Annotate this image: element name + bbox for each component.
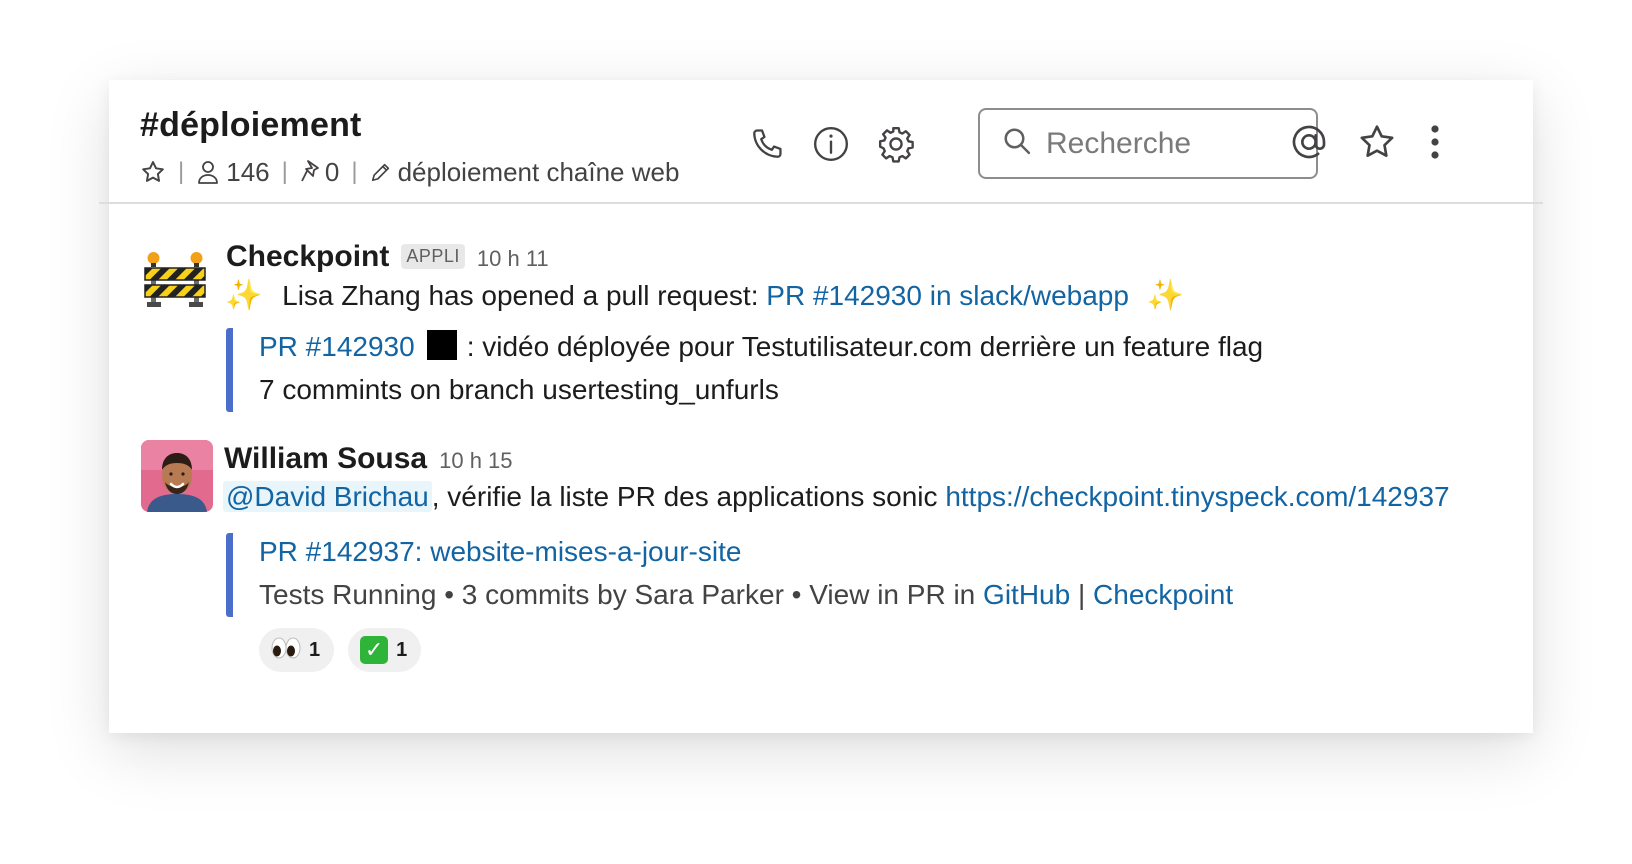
eyes-icon	[271, 636, 301, 665]
reaction-check[interactable]: ✓ 1	[348, 628, 422, 672]
attachment-subtitle: 7 commints on branch usertesting_unfurls	[259, 374, 779, 405]
pinned-count[interactable]: 0	[300, 157, 339, 188]
reactions-bar: 1 ✓ 1	[259, 628, 422, 672]
member-count[interactable]: 146	[196, 157, 270, 188]
divider: |	[178, 158, 185, 185]
message-header: Checkpoint APPLI 10 h 11	[226, 240, 549, 274]
channel-header: #déploiement | 146 | 0 | déploiement cha…	[99, 80, 1543, 204]
timestamp[interactable]: 10 h 11	[477, 246, 549, 272]
phone-icon[interactable]	[745, 122, 789, 166]
message-text: ✨ Lisa Zhang has opened a pull request: …	[225, 279, 1185, 312]
pr-attachment: PR #142930: vidéo déployée pour Testutil…	[226, 328, 1263, 412]
avatar[interactable]	[143, 244, 207, 308]
member-icon	[198, 161, 219, 184]
construction-barrier-icon	[144, 252, 206, 307]
pr-attachment: PR #142937: website-mises-a-jour-site Te…	[226, 533, 1233, 617]
timestamp[interactable]: 10 h 15	[439, 448, 512, 474]
app-badge: APPLI	[401, 244, 465, 269]
black-square-icon	[426, 330, 457, 360]
search-icon	[1002, 126, 1032, 161]
github-link[interactable]: GitHub	[983, 579, 1070, 610]
at-icon[interactable]	[1287, 120, 1331, 164]
message-header: William Sousa 10 h 15	[224, 442, 513, 476]
star-icon[interactable]	[1355, 120, 1399, 164]
search-field[interactable]	[978, 108, 1318, 179]
pr-link[interactable]: PR #142930 in slack/webapp	[766, 280, 1129, 311]
more-icon[interactable]	[1413, 120, 1457, 164]
gear-icon[interactable]	[874, 122, 918, 166]
checkpoint-url-link[interactable]: https://checkpoint.tinyspeck.com/142937	[945, 481, 1449, 512]
channel-panel: #déploiement | 146 | 0 | déploiement cha…	[99, 80, 1543, 733]
avatar[interactable]	[141, 440, 213, 512]
message-checkpoint: Checkpoint APPLI 10 h 11 ✨ Lisa Zhang ha…	[109, 240, 1533, 420]
message-text: @David Brichau, vérifie la liste PR des …	[223, 481, 1450, 513]
header-divider	[99, 202, 1543, 204]
attachment-meta: Tests Running • 3 commits by Sara Parker…	[259, 579, 1234, 610]
sender-name[interactable]: William Sousa	[224, 442, 427, 476]
pencil-icon	[371, 163, 389, 182]
info-icon[interactable]	[809, 122, 853, 166]
search-input[interactable]	[1046, 126, 1306, 161]
user-mention[interactable]: @David Brichau	[223, 481, 432, 512]
sender-name[interactable]: Checkpoint	[226, 240, 389, 274]
sparkles-icon: ✨	[225, 279, 263, 312]
pin-icon	[301, 160, 319, 182]
attachment-title: PR #142930: vidéo déployée pour Testutil…	[259, 330, 1264, 362]
channel-title[interactable]: #déploiement	[140, 106, 362, 145]
channel-topic[interactable]: déploiement chaîne web	[370, 157, 679, 188]
star-channel-icon[interactable]	[140, 159, 166, 185]
sparkles-icon: ✨	[1146, 279, 1185, 312]
checkpoint-link[interactable]: Checkpoint	[1093, 579, 1233, 610]
attachment-title: PR #142937: website-mises-a-jour-site	[259, 530, 1233, 573]
attachment-pr-link[interactable]: PR #142930	[259, 331, 415, 362]
check-mark-icon: ✓	[360, 636, 389, 664]
divider: |	[281, 158, 288, 185]
reaction-eyes[interactable]: 1	[259, 628, 335, 672]
attachment-pr-link[interactable]: PR #142937: website-mises-a-jour-site	[259, 536, 741, 567]
channel-meta: | 146 | 0 | déploiement chaîne web	[140, 156, 679, 188]
divider: |	[351, 158, 358, 185]
